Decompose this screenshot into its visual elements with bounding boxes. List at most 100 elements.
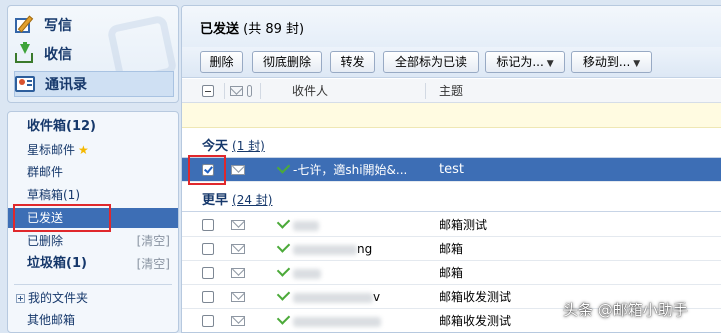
row-subject: test [439,162,464,177]
mail-count: (共 89 封) [243,22,305,37]
folder-drafts[interactable]: 草稿箱(1) [27,185,80,205]
folder-title: 已发送 [200,22,240,37]
row-recipient [276,261,321,285]
row-checkbox[interactable] [202,243,214,255]
receive-button[interactable]: 收信 [14,41,174,67]
move-to-label: 移动到... [582,55,631,69]
column-subject[interactable]: 主题 [439,79,463,103]
forward-button[interactable]: 转发 [330,51,375,73]
notice-bar [182,103,721,128]
envelope-icon [231,316,245,326]
mark-all-read-button[interactable]: 全部标为已读 [383,51,479,73]
toolbar: 删除 彻底删除 转发 全部标为已读 标记为... ▼ 移动到... ▼ [182,47,721,78]
redacted-recipient [293,244,357,255]
mail-list-header: 已发送 (共 89 封) [182,6,721,47]
move-to-dropdown[interactable]: 移动到... ▼ [571,51,652,73]
column-divider [224,83,225,99]
expand-plus-icon [16,294,25,303]
column-recipient[interactable]: 收件人 [292,79,328,103]
receive-icon [14,42,36,64]
compose-button[interactable]: 写信 [14,12,174,38]
row-checkbox[interactable] [202,267,214,279]
row-subject: 邮箱 [439,242,464,256]
folder-group[interactable]: 群邮件 [27,162,63,182]
table-row[interactable]: -七许，適shi開始&... test [182,158,721,182]
row-recipient: v [276,285,381,309]
column-divider [425,83,426,99]
recipient-text: -七许，適shi開始&... [293,163,408,177]
address-book-button[interactable]: 通讯录 [14,71,174,97]
address-book-label: 通讯录 [45,77,87,93]
chevron-down-icon: ▼ [546,59,554,69]
recipient-visible-text: ng [357,242,373,256]
sent-ok-icon [276,239,291,253]
sent-ok-icon [276,311,291,325]
sidebar: 写信 收信 通讯录 收件箱(12) 星标邮件 ★ 群邮件 草稿箱(1) 已发送 已… [0,0,181,333]
table-row[interactable]: 邮箱测试 [182,213,721,237]
folder-starred[interactable]: 星标邮件 ★ [27,140,89,160]
row-subject: 邮箱收发测试 [439,290,512,304]
sent-ok-icon [276,263,291,277]
compose-label: 写信 [44,18,72,34]
row-checkbox[interactable] [202,315,214,327]
envelope-icon [231,165,245,175]
folder-inbox[interactable]: 收件箱(12) [27,117,96,137]
mark-as-label: 标记为... [496,55,544,69]
group-earlier: 更早 (24 封) [202,190,272,210]
column-divider [260,83,261,99]
envelope-icon [231,268,245,278]
row-recipient: ng [276,237,373,261]
folder-starred-label: 星标邮件 [27,143,76,157]
recipient-visible-text: v [373,290,381,304]
group-divider [182,211,721,212]
mark-as-dropdown[interactable]: 标记为... ▼ [485,51,565,73]
sent-folder-highlight [13,204,111,232]
watermark-text: 头条 @邮箱小助手 [563,301,688,319]
table-row[interactable]: ng 邮箱 [182,237,721,261]
group-today-label: 今天 [202,139,229,154]
page-title: 已发送 (共 89 封) [200,18,304,37]
row-subject: 邮箱收发测试 [439,314,512,328]
envelope-icon [231,220,245,230]
sent-ok-icon [276,215,291,229]
sent-ok-icon [276,287,291,301]
row-subject: 邮箱测试 [439,218,488,232]
row-checkbox[interactable] [202,219,214,231]
folder-deleted-label: 已删除 [27,234,64,248]
permanent-delete-button[interactable]: 彻底删除 [252,51,322,73]
redacted-recipient [293,220,319,231]
row-recipient: -七许，適shi開始&... [276,158,408,182]
mail-list-panel: 已发送 (共 89 封) 删除 彻底删除 转发 全部标为已读 标记为... ▼ 移… [181,5,721,333]
select-all-checkbox[interactable] [202,85,214,97]
my-folders-toggle[interactable]: 我的文件夹 [16,288,88,308]
row-recipient [276,213,319,237]
address-book-icon [15,74,37,94]
row-subject: 邮箱 [439,266,464,280]
group-today-count[interactable]: (1 封) [232,139,265,153]
write-icon [14,15,36,35]
my-folders-label: 我的文件夹 [28,291,89,305]
row-checkbox[interactable] [202,291,214,303]
redacted-recipient [293,316,381,327]
other-mailboxes[interactable]: 其他邮箱 [27,310,75,330]
redacted-recipient [293,268,321,279]
group-earlier-count[interactable]: (24 封) [232,193,272,207]
chevron-down-icon: ▼ [633,59,641,69]
quick-actions-panel: 写信 收信 通讯录 [7,5,179,103]
envelope-icon [231,244,245,254]
receive-label: 收信 [44,47,72,63]
table-row[interactable]: 邮箱 [182,261,721,285]
group-today: 今天 (1 封) [202,136,265,156]
redacted-recipient [293,292,373,303]
group-earlier-label: 更早 [202,193,229,208]
folder-divider [14,284,172,285]
folder-spam[interactable]: 垃圾箱(1) [27,254,87,274]
star-icon: ★ [78,143,89,157]
checkbox-highlight [188,155,226,185]
clear-spam-link[interactable]: [清空] [137,254,170,274]
delete-button[interactable]: 删除 [200,51,243,73]
envelope-icon [230,86,243,96]
sent-ok-icon [276,160,291,174]
clear-deleted-link[interactable]: [清空] [137,231,170,251]
row-recipient [276,309,381,332]
